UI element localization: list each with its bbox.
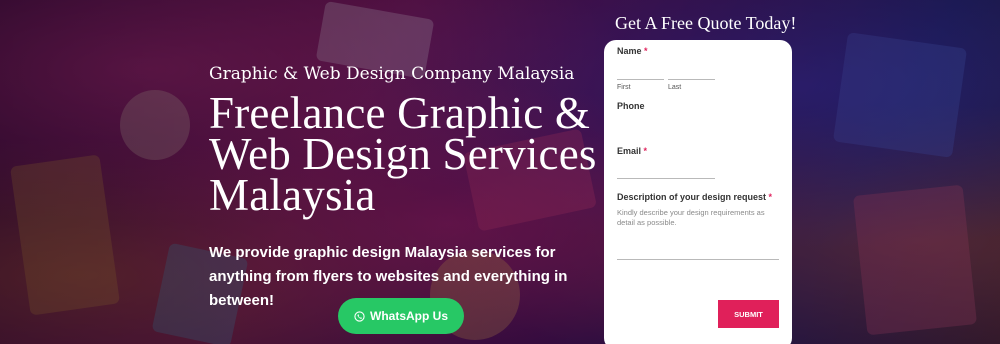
phone-group: Phone bbox=[617, 101, 779, 134]
last-name-group: Last bbox=[668, 66, 715, 91]
required-mark: * bbox=[644, 46, 648, 56]
whatsapp-button-label: WhatsApp Us bbox=[370, 309, 448, 323]
hero-title: Freelance Graphic & Web Design Services … bbox=[209, 88, 597, 220]
email-input[interactable] bbox=[617, 178, 715, 179]
name-fields: First Last bbox=[617, 66, 779, 91]
description-group: Description of your design request * Kin… bbox=[617, 192, 779, 260]
email-label-text: Email bbox=[617, 146, 642, 156]
name-label: Name * bbox=[617, 46, 779, 56]
description-label: Description of your design request * bbox=[617, 192, 779, 202]
hero-kicker: Graphic & Web Design Company Malaysia bbox=[209, 64, 575, 84]
whatsapp-button[interactable]: WhatsApp Us bbox=[338, 298, 464, 334]
submit-button[interactable]: SUBMIT bbox=[718, 300, 779, 328]
hero-content: Graphic & Web Design Company Malaysia Fr… bbox=[209, 63, 599, 313]
quote-form: Name * First Last Phone Email * Descript… bbox=[604, 40, 792, 344]
whatsapp-icon bbox=[354, 310, 365, 322]
name-label-text: Name bbox=[617, 46, 642, 56]
last-name-input[interactable] bbox=[668, 66, 715, 80]
quote-title: Get A Free Quote Today! bbox=[615, 13, 797, 33]
last-name-sublabel: Last bbox=[668, 84, 682, 91]
required-mark: * bbox=[768, 192, 773, 202]
required-mark: * bbox=[643, 146, 648, 156]
first-name-input[interactable] bbox=[617, 66, 664, 80]
first-name-group: First bbox=[617, 66, 664, 91]
description-underline bbox=[617, 259, 779, 260]
phone-label: Phone bbox=[617, 101, 645, 111]
first-name-sublabel: First bbox=[617, 84, 631, 91]
email-group: Email * bbox=[617, 146, 779, 179]
description-textarea[interactable]: Kindly describe your design requirements… bbox=[617, 208, 767, 228]
description-label-text: Description of your design request bbox=[617, 192, 767, 202]
email-label: Email * bbox=[617, 146, 779, 156]
